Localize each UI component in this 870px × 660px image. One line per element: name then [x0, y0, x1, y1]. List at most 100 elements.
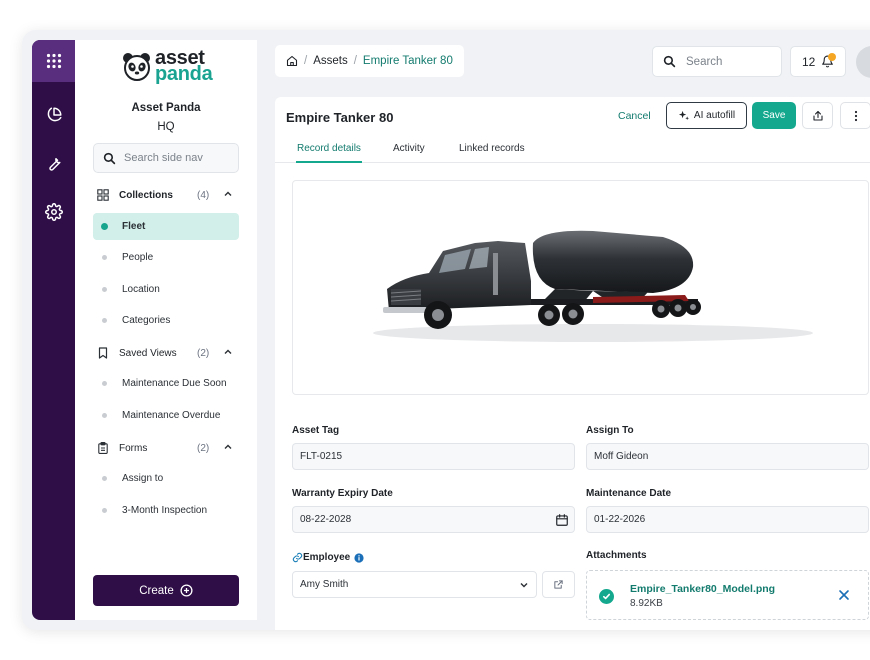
info-icon[interactable]	[354, 552, 364, 563]
share-button[interactable]	[802, 102, 833, 129]
breadcrumb-assets-link[interactable]: Assets	[313, 55, 348, 67]
employee-label-row: Employee	[292, 552, 364, 563]
ai-autofill-label: AI autofill	[693, 110, 736, 121]
panda-icon	[123, 53, 150, 81]
saved-views-count: (2)	[197, 347, 210, 359]
tab-record-details[interactable]: Record details	[297, 143, 361, 154]
asset-tag-field[interactable]: FLT-0215	[292, 443, 575, 470]
sidebar-item-maintenance-overdue[interactable]: Maintenance Overdue	[93, 402, 239, 429]
side-nav-search[interactable]	[93, 143, 239, 173]
breadcrumb-current: Empire Tanker 80	[362, 55, 453, 67]
sidebar-item-people[interactable]: People	[93, 244, 239, 271]
calendar-icon[interactable]	[555, 513, 569, 527]
tab-linked-records[interactable]: Linked records	[459, 143, 525, 154]
more-options-button[interactable]	[840, 102, 870, 129]
sidebar-item-label: Maintenance Due Soon	[122, 378, 227, 389]
ai-autofill-button[interactable]: AI autofill	[666, 102, 747, 129]
warranty-expiry-field[interactable]: 08-22-2028	[292, 506, 575, 533]
saved-views-group-header[interactable]: Saved Views (2)	[97, 343, 239, 363]
link-icon	[292, 552, 303, 563]
forms-group-header[interactable]: Forms (2)	[97, 438, 239, 458]
collections-group-header[interactable]: Collections (4)	[97, 185, 239, 205]
assign-to-value: Moff Gideon	[594, 451, 649, 462]
icon-rail	[32, 40, 75, 620]
sidebar-item-fleet[interactable]: Fleet	[93, 213, 239, 240]
bullet-icon	[102, 413, 107, 418]
attachments-label: Attachments	[586, 550, 647, 561]
saved-views-label: Saved Views	[119, 347, 177, 359]
side-nav-search-input[interactable]	[124, 152, 234, 164]
sidebar-item-label: 3-Month Inspection	[122, 505, 208, 516]
breadcrumb-separator: /	[304, 55, 308, 67]
bullet-icon	[102, 476, 107, 481]
employee-select[interactable]: Amy Smith	[292, 571, 537, 598]
sidebar-item-maintenance-due-soon[interactable]: Maintenance Due Soon	[93, 370, 239, 397]
asset-panda-logo: asset panda	[121, 48, 213, 85]
plus-circle-icon	[180, 584, 193, 597]
bullet-icon	[102, 287, 107, 292]
org-location: HQ	[157, 121, 175, 133]
sidebar-item-label: Maintenance Overdue	[122, 410, 221, 421]
collections-count: (4)	[197, 189, 210, 201]
sidebar-item-location[interactable]: Location	[93, 276, 239, 303]
clipboard-icon	[98, 442, 108, 454]
forms-label: Forms	[119, 442, 148, 454]
attachment-filename[interactable]: Empire_Tanker80_Model.png	[630, 583, 775, 595]
notification-count: 12	[802, 54, 816, 69]
sidebar-item-label: People	[122, 252, 154, 263]
create-button[interactable]: Create	[93, 575, 239, 606]
bookmark-icon	[98, 347, 108, 359]
side-navigation: asset panda Asset Panda HQ Collections (…	[75, 40, 257, 620]
sparkle-icon	[678, 110, 689, 121]
employee-value: Amy Smith	[300, 579, 349, 590]
bullet-icon	[102, 255, 107, 260]
check-circle-icon	[599, 589, 614, 604]
record-tabs: Record details Activity Linked records	[275, 137, 870, 163]
more-vertical-icon	[854, 110, 857, 121]
record-title: Empire Tanker 80	[286, 110, 394, 125]
user-avatar[interactable]	[856, 46, 870, 78]
external-link-icon	[554, 580, 563, 589]
sidebar-item-3-month-inspection[interactable]: 3-Month Inspection	[93, 497, 239, 524]
sidebar-item-assign-to[interactable]: Assign to	[93, 465, 239, 492]
dashboard-button[interactable]	[32, 100, 75, 130]
share-icon	[812, 110, 823, 121]
bullet-icon	[102, 318, 107, 323]
chevron-down-icon	[520, 583, 528, 588]
save-button[interactable]: Save	[752, 102, 796, 129]
app-window: asset panda Asset Panda HQ Collections (…	[22, 30, 870, 630]
notification-badge	[828, 53, 836, 61]
grid-icon	[46, 53, 61, 69]
global-search-input[interactable]	[686, 55, 776, 68]
global-search[interactable]	[652, 46, 782, 77]
assign-to-field[interactable]: Moff Gideon	[586, 443, 869, 470]
collections-label: Collections	[119, 189, 173, 201]
sidebar-item-label: Assign to	[122, 473, 164, 484]
open-employee-record-button[interactable]	[542, 571, 575, 598]
chevron-up-icon	[224, 444, 232, 449]
breadcrumb-separator: /	[353, 55, 357, 67]
tools-button[interactable]	[32, 148, 75, 178]
apps-grid-button[interactable]	[32, 40, 75, 82]
tab-activity[interactable]: Activity	[393, 143, 425, 154]
asset-tag-value: FLT-0215	[300, 451, 343, 462]
maintenance-date-label: Maintenance Date	[586, 488, 672, 499]
search-icon	[103, 152, 116, 164]
settings-button[interactable]	[32, 197, 75, 227]
org-name: Asset Panda	[131, 102, 201, 114]
tanker-truck-image	[373, 230, 813, 342]
home-icon[interactable]	[286, 55, 298, 67]
cancel-button[interactable]: Cancel	[618, 110, 651, 122]
warranty-expiry-value: 08-22-2028	[300, 514, 352, 525]
notifications-button[interactable]: 12	[790, 46, 846, 77]
maintenance-date-field[interactable]: 01-22-2026	[586, 506, 869, 533]
bullet-icon	[102, 508, 107, 513]
close-icon[interactable]	[837, 588, 851, 602]
collections-grid-icon	[97, 189, 109, 201]
wrench-icon	[48, 157, 61, 171]
search-icon	[663, 55, 676, 68]
chevron-up-icon	[224, 191, 232, 196]
logo-panda-text: panda	[155, 63, 213, 85]
sidebar-item-categories[interactable]: Categories	[93, 307, 239, 334]
chevron-up-icon	[224, 349, 232, 354]
